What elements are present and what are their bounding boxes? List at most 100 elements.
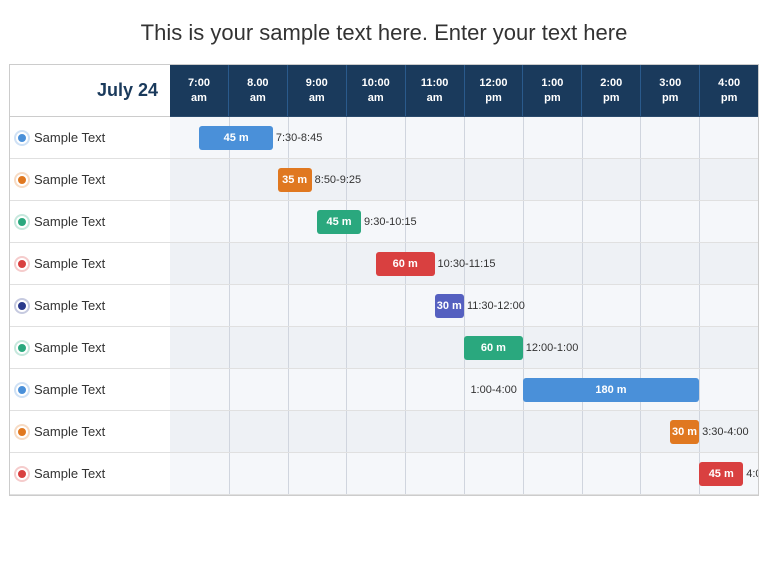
column-line — [346, 327, 347, 368]
gantt-bar: 45 m — [317, 210, 361, 234]
row-label-text: Sample Text — [34, 466, 105, 481]
gantt-row: 45 m9:30-10:15 — [170, 201, 758, 243]
column-line — [464, 369, 465, 410]
dot-icon — [16, 342, 28, 354]
gantt-bar: 60 m — [376, 252, 435, 276]
column-line — [464, 285, 465, 326]
column-line — [405, 369, 406, 410]
column-line — [582, 327, 583, 368]
column-line — [582, 285, 583, 326]
gantt-row: 60 m10:30-11:15 — [170, 243, 758, 285]
dot-icon — [16, 426, 28, 438]
column-line — [699, 201, 700, 242]
page-title: This is your sample text here. Enter you… — [141, 20, 628, 46]
gantt-row: 45 m4:00-4:45 — [170, 453, 758, 495]
row-label: Sample Text — [10, 285, 170, 327]
column-line — [582, 201, 583, 242]
range-label: 11:30-12:00 — [467, 285, 525, 326]
column-line — [640, 411, 641, 452]
row-label: Sample Text — [10, 369, 170, 411]
row-label-text: Sample Text — [34, 382, 105, 397]
column-line — [464, 117, 465, 158]
column-line — [229, 285, 230, 326]
time-column-header: 9:00am — [288, 65, 347, 116]
row-label-text: Sample Text — [34, 130, 105, 145]
range-label: 10:30-11:15 — [438, 243, 496, 284]
column-line — [523, 159, 524, 200]
column-line — [288, 369, 289, 410]
column-line — [582, 159, 583, 200]
column-line — [699, 159, 700, 200]
range-label: 3:30-4:00 — [702, 411, 748, 452]
column-line — [640, 243, 641, 284]
row-label-text: Sample Text — [34, 298, 105, 313]
row-label: Sample Text — [10, 327, 170, 369]
gantt-chart: July 24 Sample TextSample TextSample Tex… — [9, 64, 759, 496]
gantt-bar: 180 m — [523, 378, 699, 402]
row-label-text: Sample Text — [34, 340, 105, 355]
column-line — [288, 243, 289, 284]
dot-icon — [16, 384, 28, 396]
column-line — [229, 411, 230, 452]
gantt-row: 60 m12:00-1:00 — [170, 327, 758, 369]
dot-icon — [16, 258, 28, 270]
time-column-header: 10:00am — [347, 65, 406, 116]
row-label: Sample Text — [10, 243, 170, 285]
column-line — [464, 453, 465, 494]
range-label: 4:00-4:45 — [746, 453, 758, 494]
row-label: Sample Text — [10, 201, 170, 243]
column-line — [288, 201, 289, 242]
gantt-bar: 45 m — [199, 126, 273, 150]
range-label: 7:30-8:45 — [276, 117, 322, 158]
column-line — [229, 453, 230, 494]
time-column-header: 8.00am — [229, 65, 288, 116]
gantt-row: 45 m7:30-8:45 — [170, 117, 758, 159]
column-line — [640, 327, 641, 368]
left-panel: July 24 Sample TextSample TextSample Tex… — [10, 65, 170, 495]
column-line — [405, 117, 406, 158]
column-line — [523, 327, 524, 368]
column-line — [640, 285, 641, 326]
row-label: Sample Text — [10, 159, 170, 201]
row-label-text: Sample Text — [34, 172, 105, 187]
gantt-bar: 30 m — [435, 294, 464, 318]
gantt-bar: 35 m — [278, 168, 312, 192]
time-column-header: 11:00am — [406, 65, 465, 116]
row-label-text: Sample Text — [34, 424, 105, 439]
time-column-header: 4:00pm — [700, 65, 758, 116]
column-line — [699, 285, 700, 326]
time-column-header: 3:00pm — [641, 65, 700, 116]
row-labels: Sample Text Sample Text Sample Text Sample … — [10, 117, 170, 495]
column-line — [288, 327, 289, 368]
column-line — [582, 117, 583, 158]
column-line — [288, 285, 289, 326]
column-line — [346, 453, 347, 494]
column-line — [405, 327, 406, 368]
column-line — [523, 117, 524, 158]
date-header: July 24 — [10, 65, 170, 117]
column-line — [699, 411, 700, 452]
column-line — [288, 453, 289, 494]
column-line — [346, 411, 347, 452]
column-line — [346, 369, 347, 410]
column-line — [346, 117, 347, 158]
time-column-header: 12:00pm — [465, 65, 524, 116]
range-label: 8:50-9:25 — [315, 159, 361, 200]
gantt-row: 30 m3:30-4:00 — [170, 411, 758, 453]
row-label: Sample Text — [10, 117, 170, 159]
column-line — [523, 453, 524, 494]
column-line — [346, 285, 347, 326]
time-header: 7:00am8.00am9:00am10:00am11:00am12:00pm1… — [170, 65, 758, 117]
column-line — [288, 411, 289, 452]
column-line — [640, 453, 641, 494]
gantt-bar: 45 m — [699, 462, 743, 486]
row-label-text: Sample Text — [34, 256, 105, 271]
gantt-rows: 45 m7:30-8:4535 m8:50-9:2545 m9:30-10:15… — [170, 117, 758, 495]
column-line — [229, 369, 230, 410]
column-line — [229, 201, 230, 242]
range-label: 1:00-4:00 — [470, 369, 516, 410]
dot-icon — [16, 132, 28, 144]
range-label: 9:30-10:15 — [364, 201, 417, 242]
gantt-bar: 60 m — [464, 336, 523, 360]
dot-icon — [16, 216, 28, 228]
